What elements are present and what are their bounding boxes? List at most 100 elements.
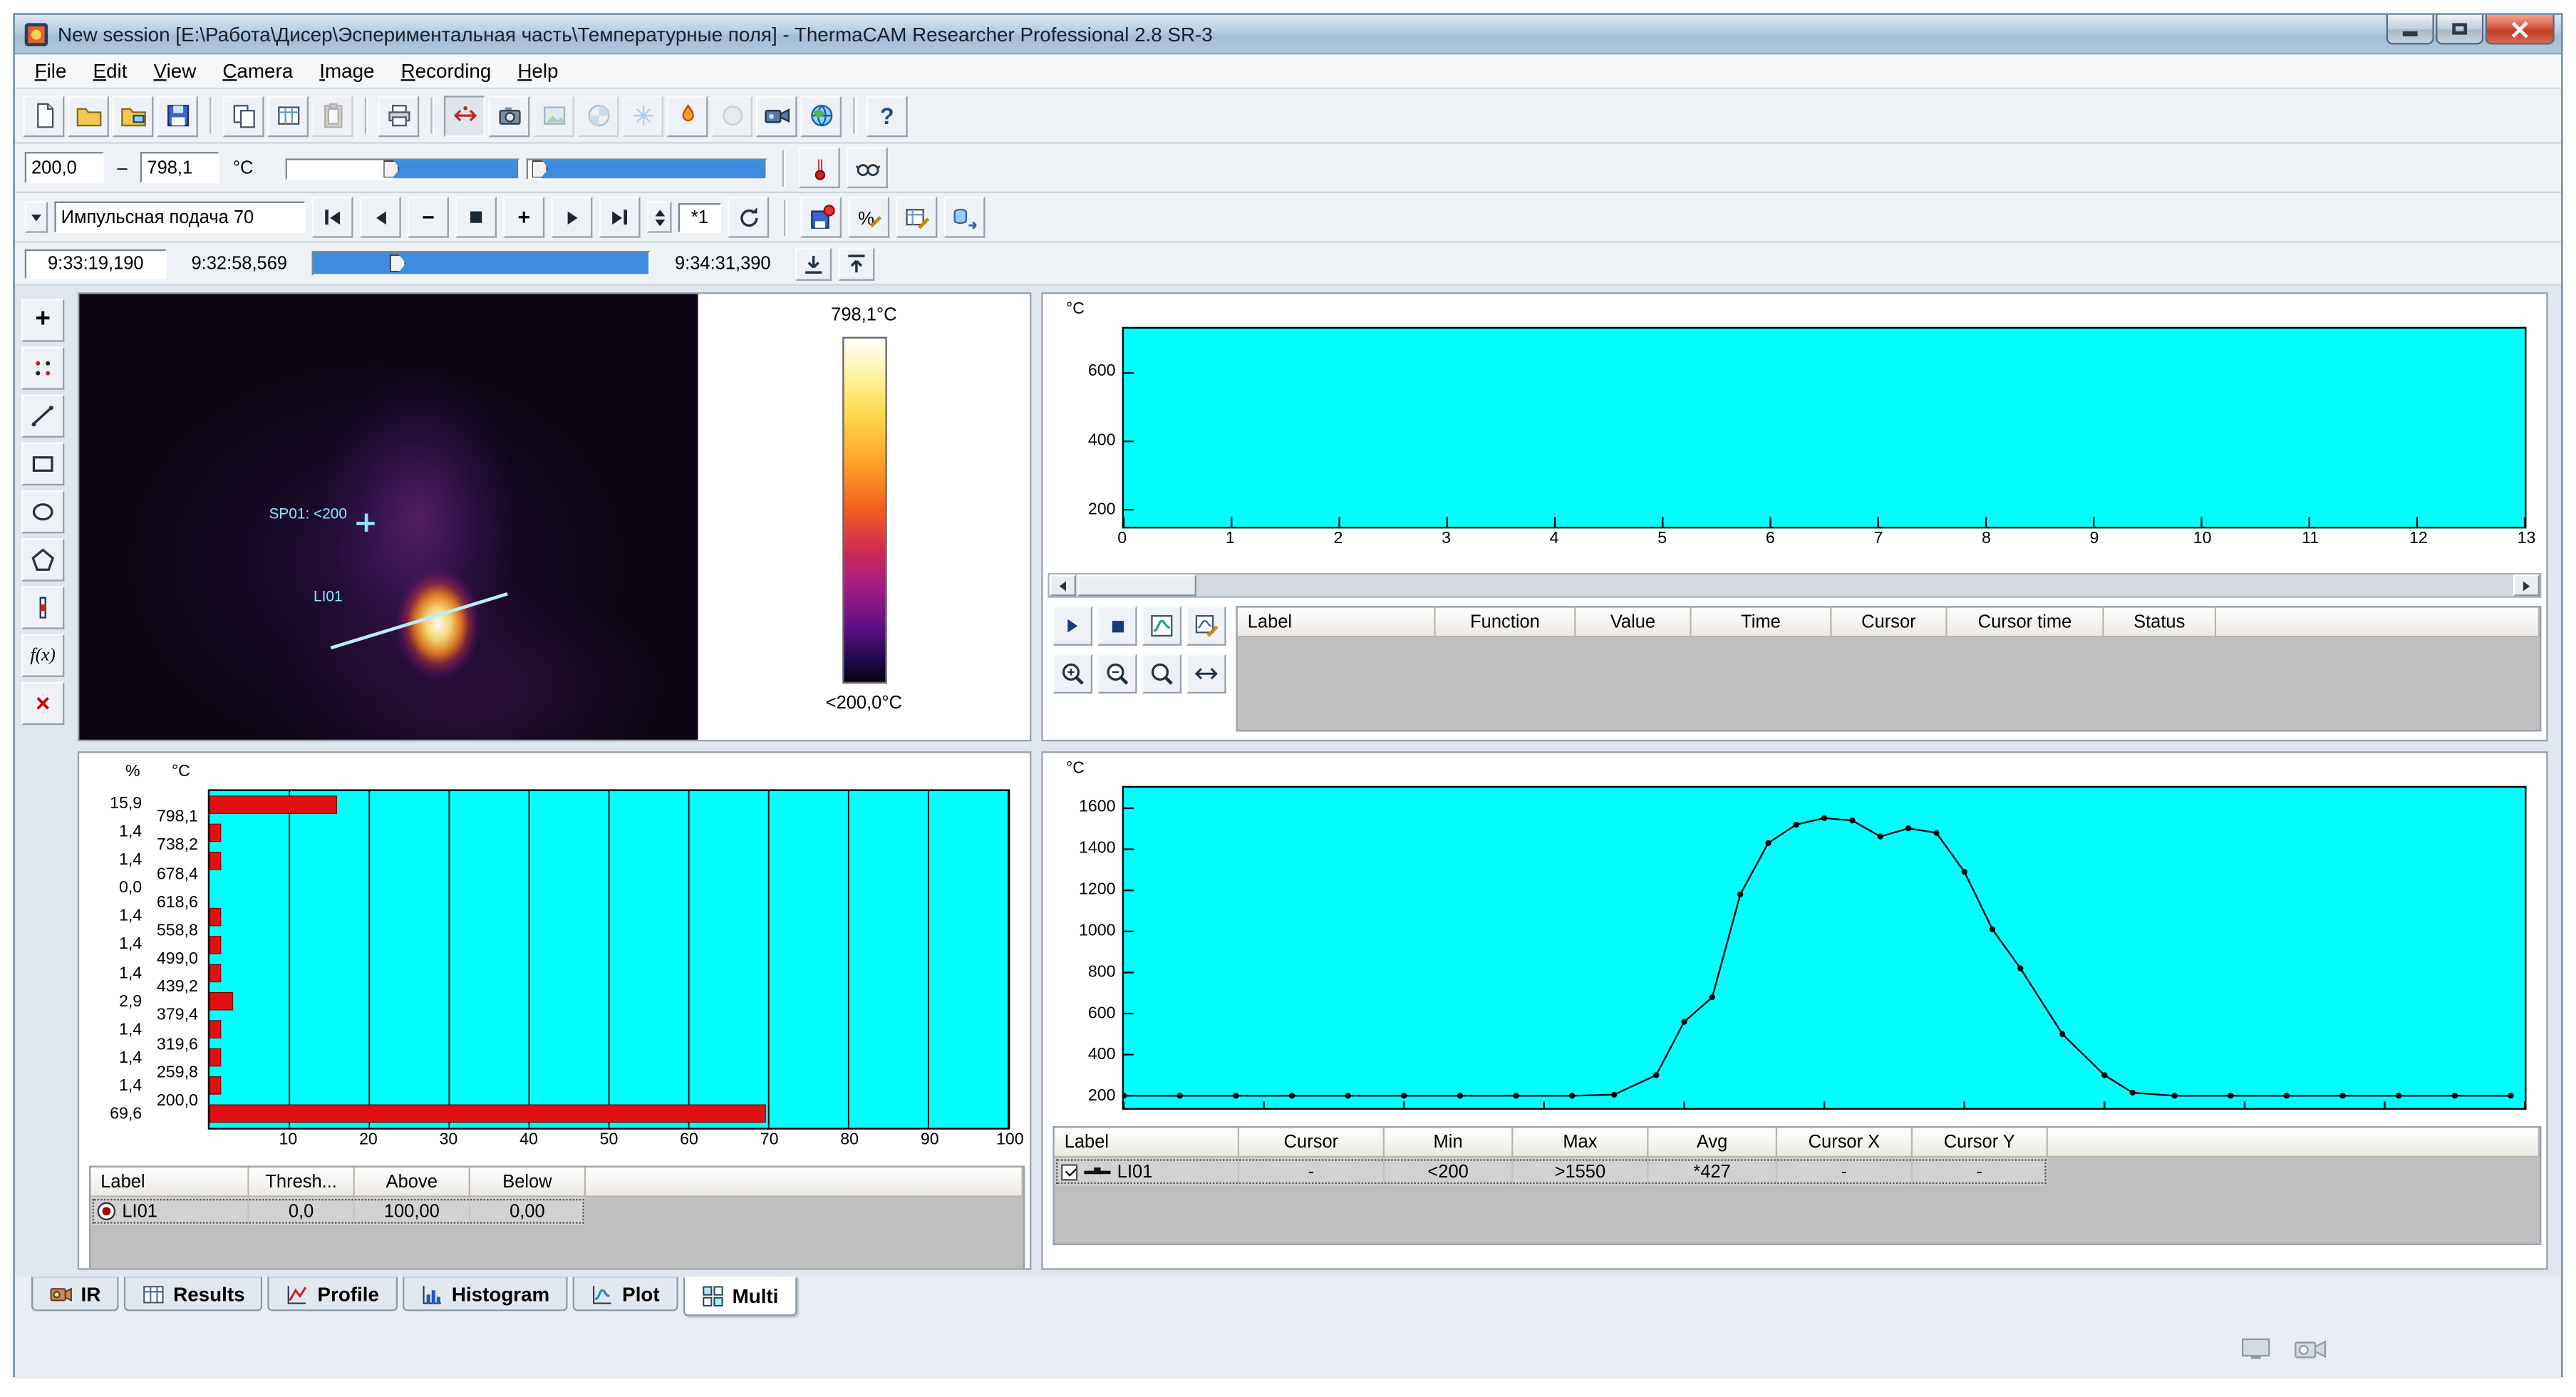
last-frame-button[interactable] [599,197,641,238]
copy-button[interactable] [223,95,264,136]
plot-scrollbar[interactable] [1048,573,2542,598]
freeze-button[interactable] [622,95,663,136]
tab-histogram[interactable]: Histogram [402,1277,567,1311]
column-header[interactable]: Thresh... [249,1167,355,1197]
open-button[interactable] [68,95,109,136]
line-marker-li01[interactable] [331,592,508,649]
manual-adjust-button[interactable] [847,147,889,188]
menu-item-camera[interactable]: Camera [210,56,306,86]
print-button[interactable] [378,95,419,136]
column-header[interactable]: Label [90,1167,249,1197]
titlebar[interactable]: New session [E:\Работа\Дисер\Эсперимента… [15,15,2561,55]
record-period-button[interactable] [896,197,937,238]
delete-analysis-tool[interactable]: × [21,682,64,725]
tab-plot[interactable]: Plot [573,1277,678,1311]
record-button[interactable] [800,197,842,238]
paste-button[interactable] [312,95,353,136]
menu-item-recording[interactable]: Recording [388,56,505,86]
table-body[interactable] [90,1225,1023,1270]
column-header[interactable]: Label [1055,1128,1239,1158]
scroll-right-button[interactable] [2513,574,2540,596]
web-button[interactable] [711,95,752,136]
line-tool[interactable] [21,395,64,438]
tab-profile[interactable]: Profile [268,1277,397,1311]
time-slider-thumb[interactable] [390,254,406,272]
prev-frame-button[interactable] [360,197,401,238]
polygon-tool[interactable] [21,538,64,581]
set-end-marker-button[interactable] [838,247,874,279]
column-header[interactable]: Avg [1648,1128,1777,1158]
table-body[interactable] [1055,1185,2540,1243]
checkbox-checked-icon[interactable] [1061,1163,1077,1180]
tab-multi[interactable]: Multi [683,1277,797,1316]
scale-max-input[interactable] [140,152,219,183]
aperture-button[interactable] [578,95,619,136]
column-header[interactable]: Min [1385,1128,1514,1158]
profile-row-li01[interactable]: LI01 - <200 >1550 *427 - - [1055,1158,2048,1185]
first-frame-button[interactable] [312,197,353,238]
speed-spinner[interactable] [647,202,672,233]
zoom-out-button[interactable] [1097,654,1137,694]
plot-canvas[interactable] [1122,327,2527,529]
span-slider[interactable] [527,158,768,179]
column-header[interactable]: Label [1238,608,1436,638]
sequence-name-input[interactable] [54,202,305,233]
column-header[interactable]: Cursor time [1947,608,2104,638]
column-header[interactable]: Time [1692,608,1832,638]
menu-item-view[interactable]: View [140,56,210,86]
tab-ir[interactable]: IR [31,1277,119,1311]
column-header[interactable]: Cursor X [1777,1128,1913,1158]
column-header[interactable]: Above [355,1167,470,1197]
column-header[interactable]: Cursor Y [1913,1128,2048,1158]
spot-marker-sp01[interactable] [356,514,374,532]
histogram-canvas[interactable] [208,789,1010,1129]
help-button[interactable]: ? [867,95,908,136]
column-header[interactable]: Cursor [1832,608,1947,638]
column-header[interactable]: Value [1576,608,1692,638]
measurement-dialog-button[interactable] [444,95,485,136]
rectangle-tool[interactable] [21,443,64,485]
table-body[interactable] [1238,637,2540,730]
tab-results[interactable]: Results [124,1277,263,1311]
menu-item-file[interactable]: File [21,56,80,86]
scrollbar-thumb[interactable] [1077,574,1196,596]
plot-add-curve-button[interactable] [1142,606,1182,646]
sequence-dropdown-button[interactable] [25,202,48,233]
flame-button[interactable] [667,95,708,136]
ellipse-tool[interactable] [21,490,64,533]
stop-playback-button[interactable] [455,197,497,238]
menu-item-help[interactable]: Help [505,56,571,86]
scale-min-input[interactable] [25,152,104,183]
column-header[interactable]: Max [1514,1128,1649,1158]
histogram-row-li01[interactable]: LI01 0,0 100,00 0,00 [90,1197,586,1225]
maximize-button[interactable] [2436,15,2483,45]
plot-stop-button[interactable] [1097,606,1137,646]
image-dialog-button[interactable] [533,95,574,136]
ir-thermal-image[interactable]: SP01: <200 LI01 [79,294,698,740]
column-header[interactable]: Status [2104,608,2216,638]
auto-adjust-button[interactable] [800,147,841,188]
close-button[interactable] [2486,15,2555,45]
internet-button[interactable] [800,95,842,136]
zoom-in-button[interactable] [1052,654,1092,694]
data-transfer-button[interactable] [944,197,986,238]
next-frame-button[interactable] [551,197,592,238]
column-header[interactable]: Function [1436,608,1576,638]
loop-button[interactable] [728,197,769,238]
cursor-tool[interactable]: + [21,299,64,341]
plot-settings-button[interactable] [1186,606,1226,646]
isotherm-tool[interactable] [21,586,64,629]
level-slider[interactable] [286,158,521,179]
menu-item-image[interactable]: Image [306,56,388,86]
save-button[interactable] [157,95,198,136]
zoom-horizontal-button[interactable] [1186,654,1226,694]
play-backward-button[interactable]: − [408,197,449,238]
profile-canvas[interactable] [1122,786,2527,1110]
time-slider[interactable] [312,251,651,276]
column-header[interactable]: Below [470,1167,586,1197]
camera-dialog-button[interactable] [488,95,529,136]
record-conditions-button[interactable]: % [848,197,889,238]
play-forward-button[interactable]: + [503,197,544,238]
new-session-button[interactable] [23,95,64,136]
column-header[interactable]: Cursor [1239,1128,1385,1158]
